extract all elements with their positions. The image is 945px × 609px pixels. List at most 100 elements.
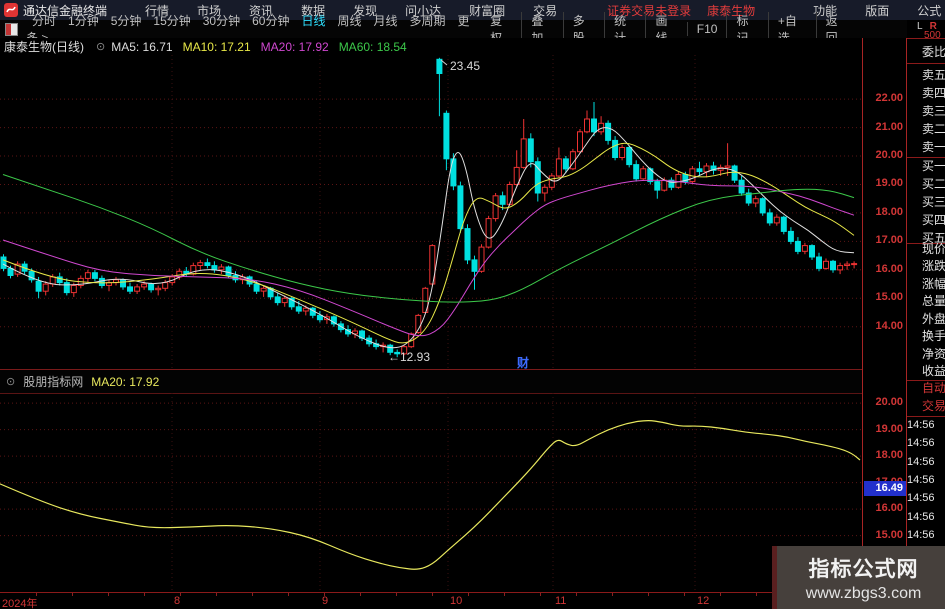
- x-axis-tick: [756, 593, 757, 596]
- x-axis-tick: [540, 593, 541, 596]
- info-label-6: 换手: [922, 329, 945, 343]
- quote-label-2: 卖五: [922, 68, 945, 82]
- x-axis-tick: [468, 593, 469, 596]
- financial-report-badge[interactable]: 财: [517, 354, 529, 371]
- x-axis-tick: [72, 593, 73, 596]
- candlestick-chart[interactable]: 23.45 ←12.93: [0, 55, 862, 368]
- ma-value-3: MA20: 17.92: [260, 39, 329, 54]
- sidebar-divider: [907, 63, 945, 64]
- collapse-subpanel-icon[interactable]: ⊙: [6, 375, 15, 388]
- sub-axis-tick-18: 18.00: [875, 449, 903, 462]
- quote-label-3: 卖四: [922, 86, 945, 100]
- quote-label-9: 买三: [922, 195, 945, 209]
- main-axis-tick-21: 21.00: [875, 120, 903, 133]
- period-tab-2[interactable]: 1分钟: [68, 14, 99, 28]
- main-axis-tick-14: 14.00: [875, 319, 903, 332]
- app-logo-icon: [4, 3, 18, 17]
- main-axis-tick-20: 20.00: [875, 149, 903, 161]
- x-axis-label-11: 11: [555, 595, 567, 607]
- date-axis: 2024年 8 9 10 11 12: [0, 592, 862, 609]
- auto-trade-label-1[interactable]: 自动: [922, 380, 945, 396]
- x-axis-tick: [720, 593, 721, 596]
- period-tab-7[interactable]: 日线: [301, 14, 325, 28]
- period-tab-6[interactable]: 60分钟: [252, 14, 289, 28]
- tick-timestamp-4: 14:56: [907, 474, 935, 486]
- info-label-1: 现价: [922, 242, 945, 256]
- x-axis-label-10: 10: [450, 595, 463, 607]
- x-axis-tick: [216, 593, 217, 596]
- toolbar-button-6[interactable]: F10: [686, 22, 727, 36]
- watermark-url: www.zbgs3.com: [805, 584, 922, 602]
- info-label-8: 收益: [922, 364, 945, 378]
- quote-label-5: 卖二: [922, 122, 945, 136]
- auto-trade-label-2[interactable]: 交易: [922, 398, 945, 414]
- info-label-7: 净资: [922, 347, 945, 361]
- indicator-ma-value: MA20: 17.92: [91, 374, 160, 389]
- ma-value-2: MA10: 17.21: [182, 39, 251, 54]
- info-label-5: 外盘: [922, 312, 945, 326]
- indicator-line-chart[interactable]: [0, 393, 862, 592]
- x-axis-tick: [684, 593, 685, 596]
- x-axis-tick: [108, 593, 109, 596]
- quote-sidebar: LR 500 委比 卖五 卖四 卖三 卖二 卖一 买一 买二 买三 买四 买五 现价 涨跌 涨幅 总量 外盘换…: [907, 20, 945, 609]
- x-axis-tick: [36, 593, 37, 596]
- current-value-badge: 16.49: [864, 481, 906, 496]
- period-tab-10[interactable]: 多周期: [410, 14, 446, 28]
- period-tab-4[interactable]: 15分钟: [153, 14, 190, 28]
- info-label-3: 涨幅: [922, 277, 945, 291]
- tick-timestamp-3: 14:56: [907, 456, 935, 468]
- x-axis-tick: [180, 593, 181, 596]
- tick-timestamp-1: 14:56: [907, 419, 935, 431]
- period-tab-8[interactable]: 周线: [337, 14, 361, 28]
- watermark-title: 指标公式网: [808, 557, 919, 581]
- x-axis-tick: [648, 593, 649, 596]
- stock-title: 康泰生物(日线): [4, 40, 84, 54]
- quote-label-1: 委比: [922, 45, 945, 59]
- quote-label-10: 买四: [922, 213, 945, 227]
- main-axis-tick-19: 19.00: [875, 177, 903, 190]
- main-chart-header: 康泰生物(日线) ⊙ MA5: 16.71 MA10: 17.21 MA20: 17…: [0, 38, 862, 55]
- x-axis-label-12: 12: [697, 595, 710, 607]
- period-tab-9[interactable]: 月线: [374, 14, 398, 28]
- tick-timestamp-5: 14:56: [907, 492, 935, 504]
- quote-label-4: 卖三: [922, 104, 945, 118]
- main-axis-tick-22: 22.00: [875, 92, 903, 105]
- x-axis-tick: [324, 593, 325, 596]
- x-axis-tick: [396, 593, 397, 596]
- x-axis-tick: [252, 593, 253, 596]
- x-axis-tick: [288, 593, 289, 596]
- sub-chart-header: ⊙ 股朋指标网 MA20: 17.92: [0, 369, 862, 394]
- x-axis-label-8: 8: [174, 595, 181, 607]
- period-tab-5[interactable]: 30分钟: [203, 14, 240, 28]
- quote-label-8: 买二: [922, 177, 945, 191]
- sub-axis-tick-16: 16.00: [875, 502, 903, 515]
- sub-axis-tick-15: 15.00: [875, 528, 903, 541]
- ma-value-4: MA60: 18.54: [338, 39, 407, 54]
- info-label-4: 总量: [922, 294, 945, 308]
- chart-axis-divider: [862, 38, 863, 609]
- x-axis-tick: [432, 593, 433, 596]
- sub-axis-tick-20: 20.00: [875, 396, 903, 409]
- right-menu-3[interactable]: 公式: [917, 4, 941, 18]
- period-tab-1[interactable]: 分时: [32, 14, 56, 28]
- x-axis-tick: [360, 593, 361, 596]
- right-menu-2[interactable]: 版面: [865, 4, 889, 18]
- tick-timestamp-2: 14:56: [907, 437, 935, 449]
- ma-legend: MA5: 16.71 MA10: 17.21 MA20: 17.92 MA60: 18…: [111, 40, 417, 54]
- x-axis-label-2024年: 2024年: [2, 598, 38, 609]
- ma-value-1: MA5: 16.71: [111, 39, 173, 54]
- quote-label-6: 卖一: [922, 140, 945, 154]
- chart-type-icon[interactable]: [5, 22, 18, 36]
- period-tab-3[interactable]: 5分钟: [111, 14, 142, 28]
- main-axis-tick-17: 17.00: [875, 234, 903, 247]
- x-axis-tick: [576, 593, 577, 596]
- svg-text:←12.93: ←12.93: [388, 350, 430, 364]
- x-axis-tick: [504, 593, 505, 596]
- main-axis-tick-15: 15.00: [875, 291, 903, 304]
- tick-timestamp-6: 14:56: [907, 511, 935, 523]
- axis-sidebar-divider: [906, 38, 907, 609]
- x-axis-tick: [144, 593, 145, 596]
- main-axis-tick-18: 18.00: [875, 205, 903, 218]
- collapse-panel-icon[interactable]: ⊙: [96, 40, 105, 53]
- x-axis-tick: [612, 593, 613, 596]
